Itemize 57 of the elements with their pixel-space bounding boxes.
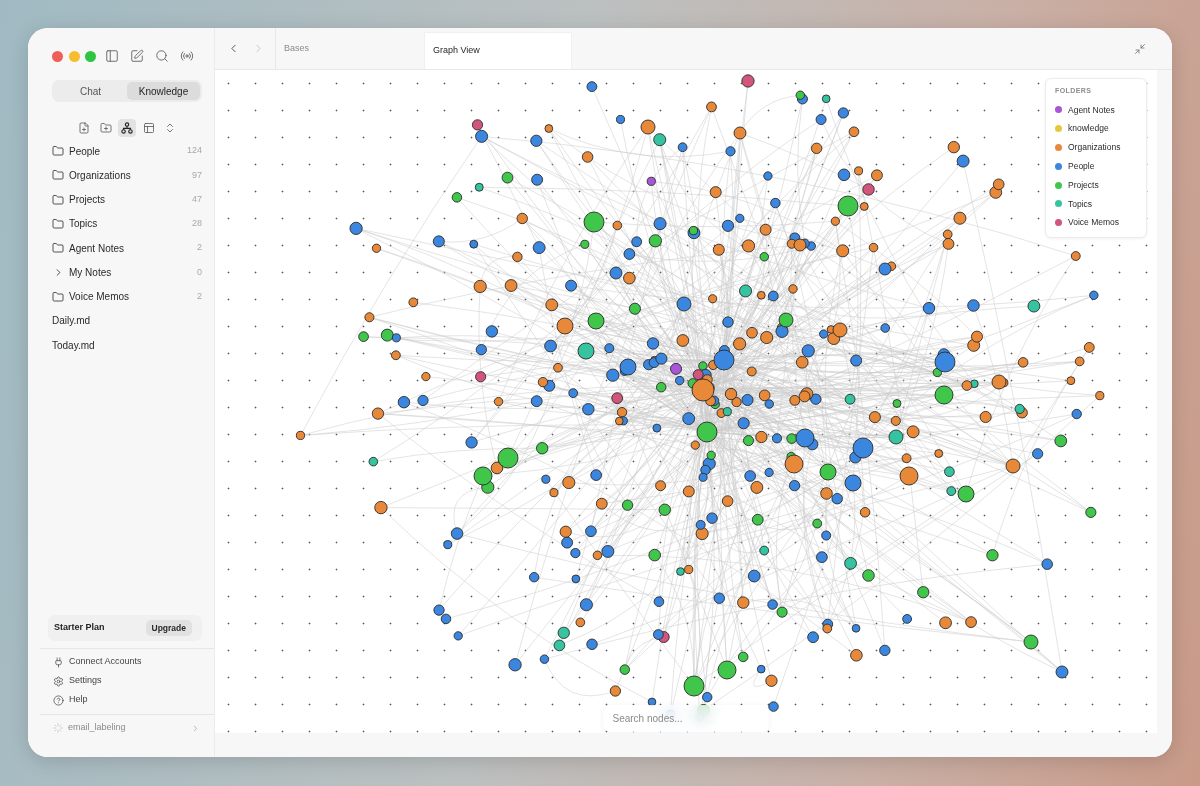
mode-tab[interactable]: Knowledge (127, 82, 200, 100)
view-tool-button[interactable] (117, 119, 137, 137)
item-count: 97 (192, 168, 202, 182)
menu-link[interactable]: Help (52, 690, 202, 710)
table-icon (142, 122, 155, 134)
sidebar-item[interactable]: People (52, 143, 101, 159)
legend-label: Voice Memos (1068, 216, 1120, 230)
sidebar-item[interactable]: My Notes (52, 264, 112, 280)
loader-icon (53, 723, 63, 733)
tab[interactable]: Graph View (424, 32, 572, 69)
folder-icon (52, 290, 64, 303)
plan-name: Starter Plan (54, 621, 105, 635)
menu-link[interactable]: Settings (52, 671, 202, 691)
collapse-icon[interactable] (1134, 42, 1146, 55)
sidebar-item[interactable]: Projects (52, 192, 106, 208)
help-icon (53, 694, 64, 706)
item-count: 2 (197, 289, 202, 303)
sidebar-toggle-icon[interactable] (105, 49, 119, 63)
upgrade-button[interactable]: Upgrade (145, 619, 192, 637)
legend-label: knowledge (1068, 122, 1109, 136)
plug-icon (53, 656, 64, 668)
minimize-window-icon[interactable] (68, 50, 80, 62)
folder-icon (52, 145, 64, 158)
compose-icon[interactable] (130, 49, 144, 63)
menu-link[interactable]: Connect Accounts (52, 652, 202, 672)
folder-icon (52, 217, 64, 230)
sidebar-item[interactable]: Topics (52, 216, 98, 232)
sidebar-item[interactable]: Agent Notes (52, 240, 125, 256)
item-count: 2 (197, 241, 202, 255)
sidebar-item[interactable]: Voice Memos (52, 289, 130, 305)
settings-icon (53, 675, 64, 687)
legend-label: Agent Notes (1068, 103, 1115, 117)
search-field[interactable]: Search nodes... (603, 705, 769, 732)
chevron-right-icon (191, 723, 200, 733)
item-count: 47 (192, 192, 202, 206)
folder-icon (52, 169, 64, 182)
search-icon[interactable] (155, 49, 169, 63)
folder-icon (52, 193, 64, 206)
item-count: 28 (192, 217, 202, 231)
close-window-icon[interactable] (52, 50, 63, 62)
sidebar-item[interactable]: Today.md (52, 337, 95, 353)
sidebar-item[interactable]: Daily.md (52, 313, 91, 329)
broadcast-icon[interactable] (180, 49, 194, 63)
folder-icon (52, 242, 64, 255)
mode-tab[interactable]: Chat (54, 82, 127, 100)
chevrons-up-down-icon (164, 122, 176, 134)
item-count: 0 (197, 265, 202, 279)
legend-label: Topics (1068, 197, 1093, 211)
maximize-window-icon[interactable] (85, 50, 96, 62)
sidebar-item[interactable]: Organizations (52, 167, 131, 183)
file-plus-icon (78, 122, 90, 134)
legend-label: People (1068, 159, 1095, 173)
legend-label: Projects (1068, 178, 1099, 192)
folder-plus-icon (99, 122, 112, 134)
graph-icon (121, 122, 133, 134)
legend-label: Organizations (1068, 141, 1121, 154)
item-count: 124 (186, 144, 202, 158)
